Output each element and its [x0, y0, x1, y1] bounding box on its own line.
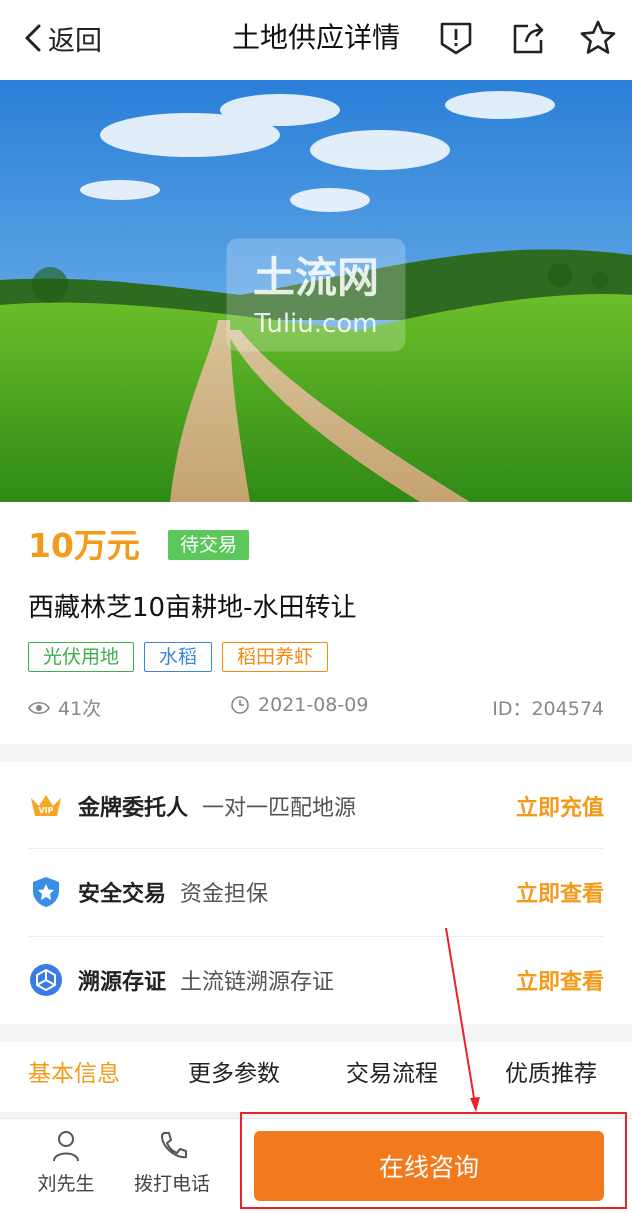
- view-trace-button[interactable]: 立即查看: [516, 964, 604, 996]
- service-list: VIP 金牌委托人 一对一匹配地源 立即充值 安全交易 资金担保 立即查看 溯源…: [0, 762, 632, 1024]
- listing-price: 10万元: [28, 526, 140, 565]
- tag-item: 光伏用地: [28, 642, 135, 672]
- watermark-sub: Tuliu.com: [253, 309, 377, 339]
- contact-person-button[interactable]: 刘先生: [16, 1129, 116, 1196]
- call-label: 拨打电话: [133, 1173, 210, 1195]
- tab-more-params[interactable]: 更多参数: [188, 1056, 280, 1092]
- person-icon: [53, 1131, 79, 1162]
- service-desc: 资金担保: [180, 882, 269, 907]
- tab-recommend[interactable]: 优质推荐: [505, 1056, 597, 1092]
- call-button[interactable]: 拨打电话: [122, 1129, 222, 1196]
- online-consult-button[interactable]: 在线咨询: [254, 1131, 604, 1201]
- detail-tabs: 基本信息 更多参数 交易流程 优质推荐: [0, 1042, 632, 1112]
- service-row-gold[interactable]: VIP 金牌委托人 一对一匹配地源 立即充值: [28, 762, 604, 850]
- recharge-button[interactable]: 立即充值: [516, 790, 604, 822]
- trace-chain-icon: [30, 964, 62, 996]
- service-desc: 一对一匹配地源: [202, 796, 357, 821]
- publish-date: 2021-08-09: [230, 694, 368, 716]
- view-secure-button[interactable]: 立即查看: [516, 876, 604, 908]
- tab-basic-info[interactable]: 基本信息: [28, 1056, 120, 1092]
- listing-title: 西藏林芝10亩耕地-水田转让: [28, 593, 357, 623]
- phone-icon: [161, 1132, 187, 1159]
- contact-name: 刘先生: [37, 1173, 95, 1195]
- watermark-main: 土流网: [253, 253, 379, 302]
- listing-meta: 41次 2021-08-09 ID：204574: [28, 694, 604, 724]
- eye-icon: [28, 701, 50, 714]
- back-button[interactable]: 返回: [22, 18, 102, 58]
- tab-trade-process[interactable]: 交易流程: [346, 1056, 438, 1092]
- tag-item: 稻田养虾: [222, 642, 329, 672]
- shield-icon: [33, 877, 59, 907]
- chevron-left-icon: [25, 24, 41, 52]
- listing-id: ID：204574: [492, 698, 604, 720]
- tag-item: 水稻: [144, 642, 213, 672]
- svg-text:VIP: VIP: [38, 806, 53, 815]
- service-name: 安全交易: [78, 882, 167, 907]
- back-label: 返回: [48, 25, 102, 57]
- service-row-secure[interactable]: 安全交易 资金担保 立即查看: [28, 848, 604, 936]
- service-name: 溯源存证: [78, 970, 167, 995]
- service-desc: 土流链溯源存证: [180, 970, 335, 995]
- status-badge: 待交易: [168, 530, 250, 560]
- clock-icon: [231, 696, 249, 714]
- star-icon[interactable]: [578, 18, 618, 58]
- land-photo[interactable]: 土流网 Tuliu.com: [0, 80, 632, 502]
- service-name: 金牌委托人: [78, 796, 189, 821]
- listing-info-card: 10万元 待交易 西藏林芝10亩耕地-水田转让 光伏用地 水稻 稻田养虾 41次…: [0, 502, 632, 744]
- top-navigation-bar: 返回 土地供应详情: [0, 0, 632, 80]
- share-icon[interactable]: [508, 18, 548, 58]
- tag-list: 光伏用地 水稻 稻田养虾: [28, 642, 329, 672]
- vip-crown-icon: VIP: [31, 795, 61, 816]
- view-count: 41次: [28, 694, 101, 721]
- bottom-action-bar: 刘先生 拨打电话 在线咨询: [0, 1118, 632, 1213]
- report-icon[interactable]: [436, 18, 476, 58]
- service-row-trace[interactable]: 溯源存证 土流链溯源存证 立即查看: [28, 936, 604, 1024]
